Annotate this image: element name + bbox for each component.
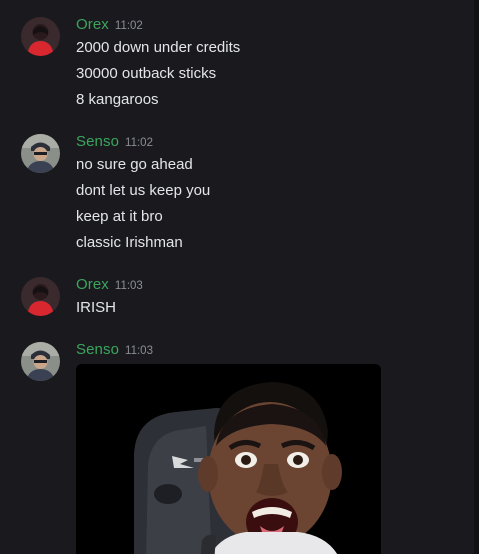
username[interactable]: Senso [76, 133, 119, 150]
avatar-senso[interactable] [21, 342, 60, 381]
message-header: Orex 11:02 [76, 16, 143, 36]
timestamp: 11:03 [125, 345, 153, 357]
message-header: Senso 11:02 [76, 133, 153, 153]
message-text: 8 kangaroos [76, 91, 159, 108]
username[interactable]: Senso [76, 341, 119, 358]
timestamp: 11:02 [125, 137, 153, 149]
timestamp: 11:03 [114, 280, 143, 292]
username[interactable]: Orex [76, 276, 109, 293]
message-text: 30000 outback sticks [76, 65, 217, 82]
message-text: IRISH [76, 299, 117, 316]
message-text: keep at it bro [76, 208, 163, 225]
username[interactable]: Orex [76, 16, 109, 33]
message-header: Senso 11:03 [76, 341, 153, 361]
message-text: dont let us keep you [76, 182, 211, 199]
message-text: no sure go ahead [76, 156, 193, 173]
timestamp: 11:02 [114, 20, 143, 32]
message-header: Orex 11:03 [76, 276, 143, 296]
message-text: 2000 down under credits [76, 39, 241, 56]
avatar-orex[interactable] [21, 17, 60, 56]
scrollbar-track[interactable] [474, 0, 479, 554]
gif-attachment[interactable] [76, 364, 381, 554]
chat-message-list: Orex 11:02 2000 down under credits 30000 … [0, 0, 479, 554]
avatar-senso[interactable] [21, 134, 60, 173]
message-text: classic Irishman [76, 234, 183, 251]
avatar-orex[interactable] [21, 277, 60, 316]
